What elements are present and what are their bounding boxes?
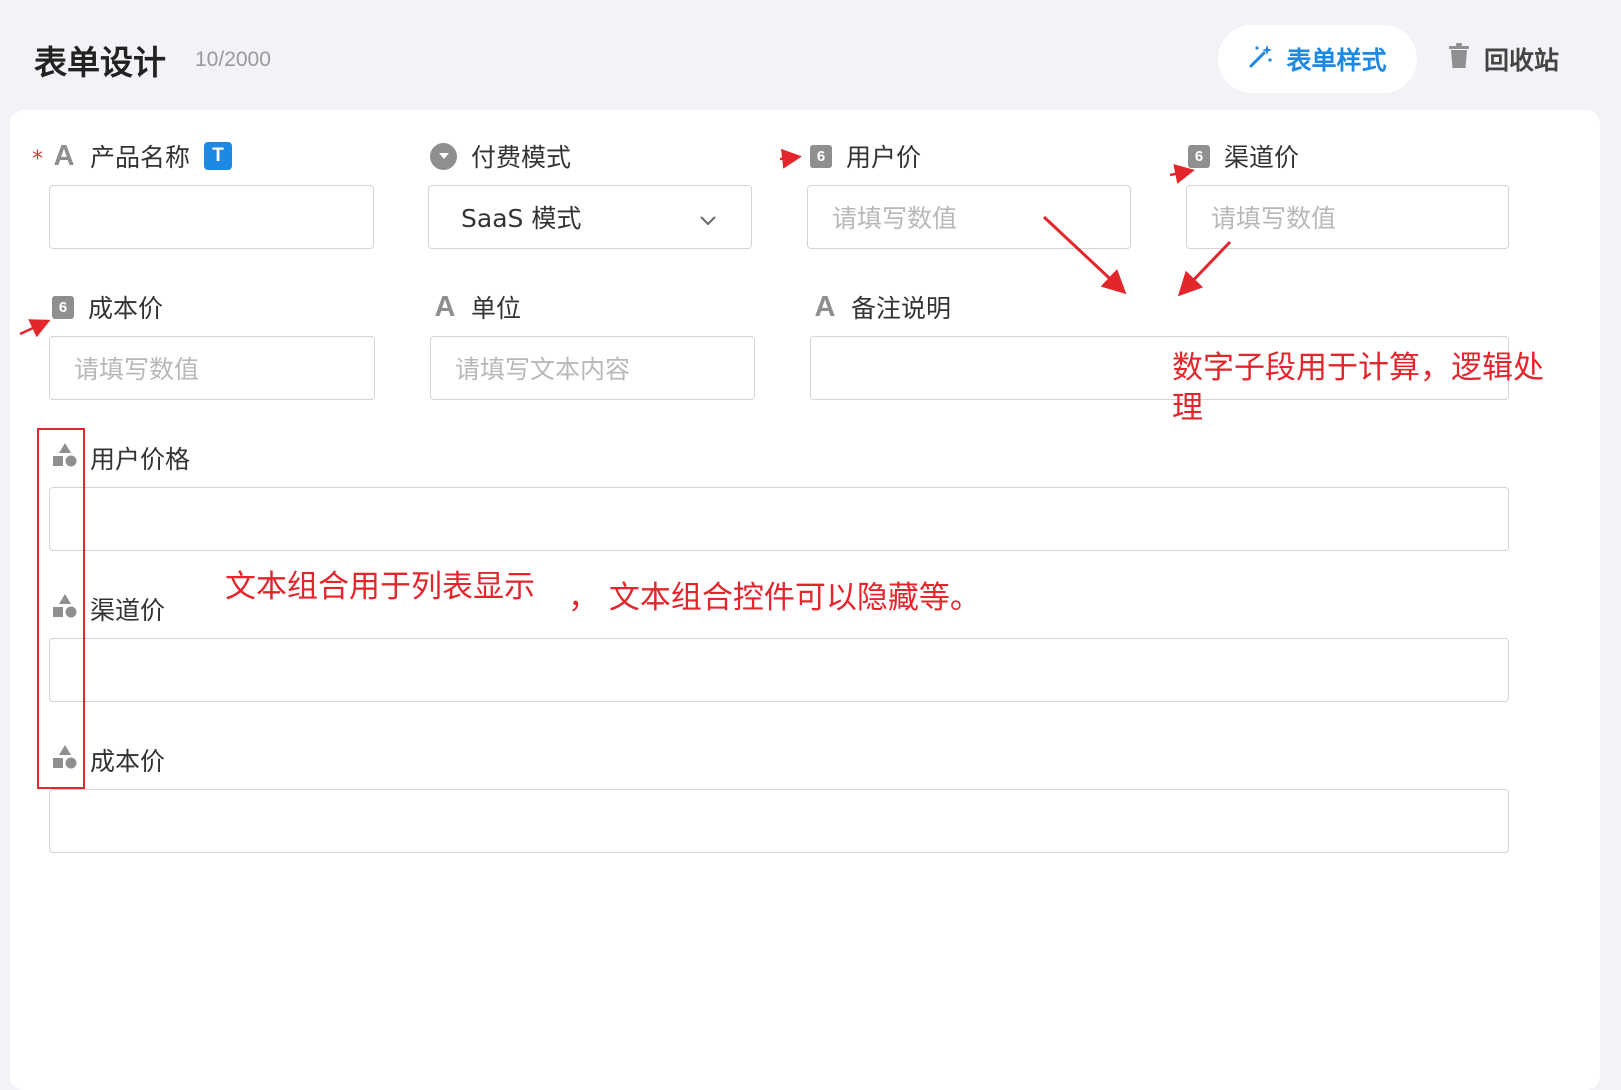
arrow-to-cost-price: [19, 319, 51, 338]
annotation-arrows: [19, 148, 1232, 338]
arrow-note-right: [1177, 240, 1232, 297]
arrow-to-user-price: [779, 148, 802, 169]
arrow-to-channel-price: [1169, 164, 1195, 184]
arrow-note-left: [1042, 215, 1127, 295]
